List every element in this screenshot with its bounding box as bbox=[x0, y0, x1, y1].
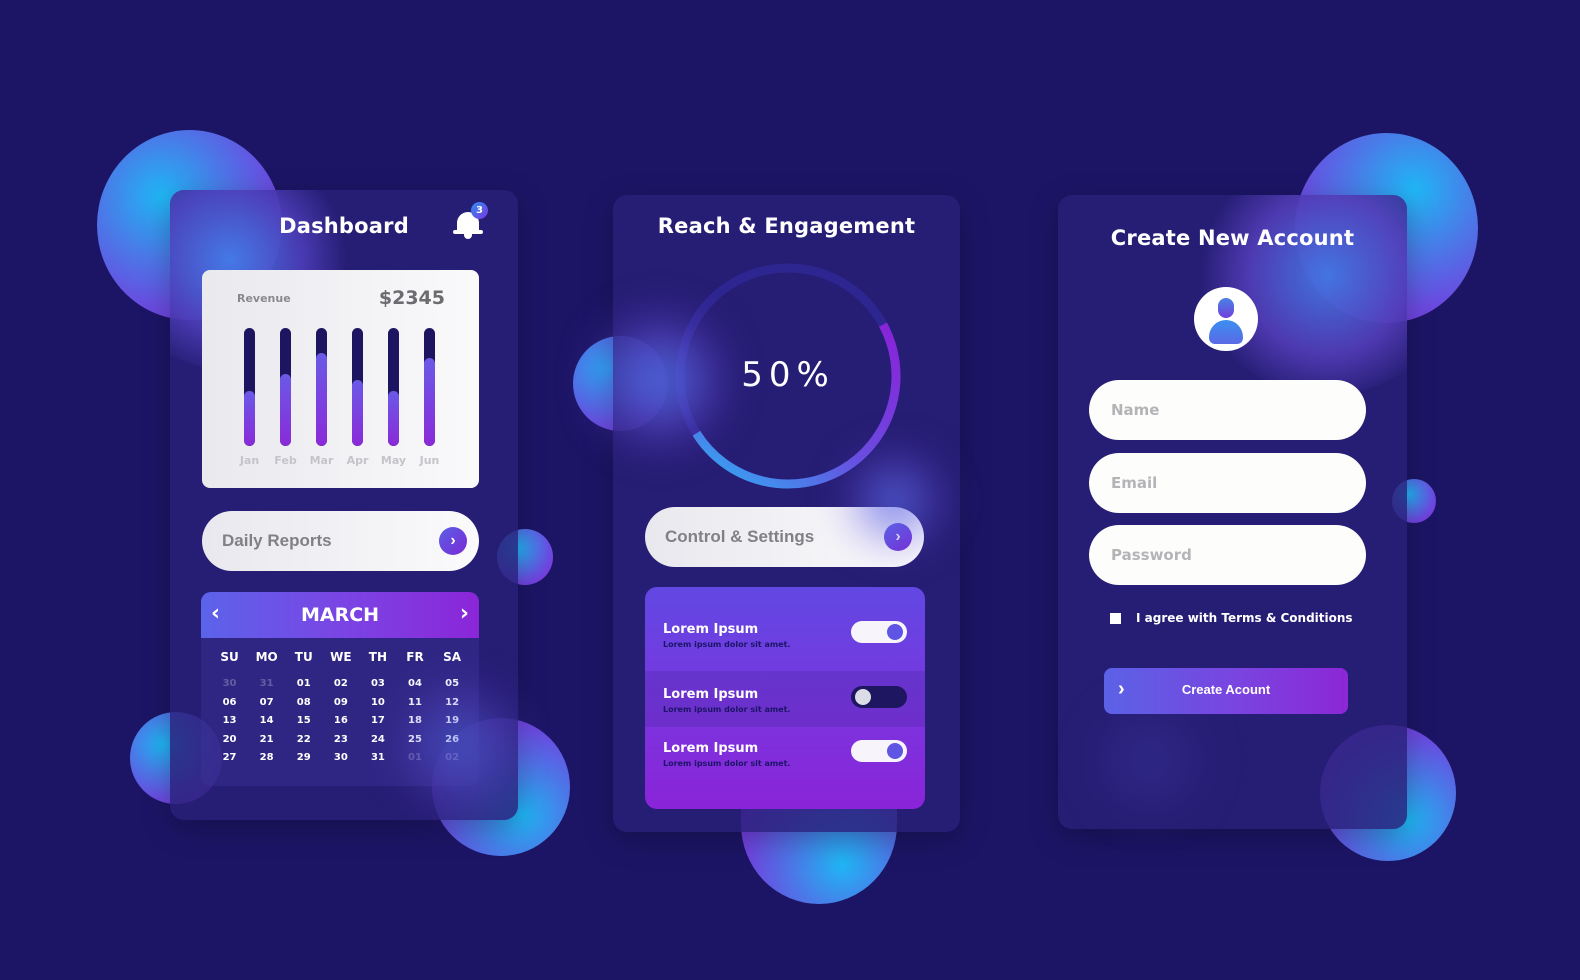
settings-toggle[interactable] bbox=[851, 740, 907, 762]
revenue-value: $2345 bbox=[378, 287, 445, 309]
create-account-panel: Create New Account I agree with Terms & … bbox=[1058, 195, 1407, 829]
calendar-weekday: SU bbox=[220, 650, 239, 664]
revenue-bar-fill bbox=[280, 374, 291, 446]
calendar-weekday: TH bbox=[368, 650, 388, 664]
terms-checkbox[interactable] bbox=[1110, 613, 1121, 624]
revenue-chart-card: Revenue $2345 Jan Feb Mar Apr May Jun bbox=[202, 270, 479, 488]
calendar-day[interactable]: 17 bbox=[359, 715, 396, 734]
avatar[interactable] bbox=[1194, 287, 1258, 351]
revenue-bar-apr bbox=[352, 328, 363, 446]
settings-item-subtitle: Lorem ipsum dolor sit amet. bbox=[663, 759, 791, 768]
daily-reports-button[interactable]: Daily Reports › bbox=[202, 511, 479, 571]
revenue-bar-label: May bbox=[380, 454, 407, 467]
calendar-day[interactable]: 29 bbox=[285, 752, 322, 771]
settings-item: Lorem Ipsum Lorem ipsum dolor sit amet. bbox=[645, 727, 925, 809]
calendar-header: ‹ MARCH › bbox=[201, 592, 479, 638]
terms-label: I agree with Terms & Conditions bbox=[1136, 611, 1353, 625]
calendar-day[interactable]: 08 bbox=[285, 697, 322, 716]
calendar-day[interactable]: 15 bbox=[285, 715, 322, 734]
create-account-title: Create New Account bbox=[1110, 226, 1355, 250]
revenue-bar-jan bbox=[244, 328, 255, 446]
calendar-weekday: FR bbox=[406, 650, 424, 664]
revenue-bar-fill bbox=[352, 379, 363, 446]
settings-list: Lorem Ipsum Lorem ipsum dolor sit amet. … bbox=[645, 587, 925, 809]
calendar-day[interactable]: 27 bbox=[211, 752, 248, 771]
revenue-bar-fill bbox=[316, 352, 327, 446]
settings-item-subtitle: Lorem ipsum dolor sit amet. bbox=[663, 640, 791, 649]
calendar-day[interactable]: 01 bbox=[285, 678, 322, 697]
calendar-day[interactable]: 09 bbox=[322, 697, 359, 716]
calendar-day[interactable]: 07 bbox=[248, 697, 285, 716]
revenue-label: Revenue bbox=[237, 292, 291, 305]
decor-glow bbox=[600, 310, 720, 450]
create-account-label: Create Acount bbox=[1181, 682, 1271, 697]
revenue-bar-may bbox=[388, 328, 399, 446]
toggle-knob bbox=[887, 624, 903, 640]
revenue-bar-fill bbox=[388, 390, 399, 446]
name-field[interactable] bbox=[1089, 380, 1366, 440]
calendar-weekday: WE bbox=[330, 650, 352, 664]
settings-item-subtitle: Lorem ipsum dolor sit amet. bbox=[663, 705, 791, 714]
revenue-bar-label: Apr bbox=[346, 454, 369, 467]
calendar-day[interactable]: 06 bbox=[211, 697, 248, 716]
revenue-bar-label: Jan bbox=[239, 454, 260, 467]
bell-icon-clapper bbox=[464, 234, 472, 239]
progress-ring-arc bbox=[692, 322, 901, 489]
calendar-day[interactable]: 13 bbox=[211, 715, 248, 734]
calendar-month: MARCH bbox=[300, 604, 380, 626]
toggle-knob bbox=[887, 743, 903, 759]
calendar-weekday-row: SU MO TU WE TH FR SA bbox=[211, 650, 471, 678]
calendar-day[interactable]: 30 bbox=[211, 678, 248, 697]
calendar-day[interactable]: 21 bbox=[248, 734, 285, 753]
decor-glow bbox=[400, 680, 520, 810]
toggle-knob bbox=[855, 689, 871, 705]
revenue-bar-jun bbox=[424, 328, 435, 446]
notification-badge: 3 bbox=[471, 202, 488, 219]
calendar-weekday: TU bbox=[294, 650, 313, 664]
revenue-bar-mar bbox=[316, 328, 327, 446]
settings-item: Lorem Ipsum Lorem ipsum dolor sit amet. bbox=[645, 671, 925, 727]
reach-title: Reach & Engagement bbox=[657, 214, 916, 238]
settings-toggle[interactable] bbox=[851, 621, 907, 643]
settings-toggle[interactable] bbox=[851, 686, 907, 708]
settings-item-title: Lorem Ipsum bbox=[663, 687, 759, 702]
calendar-weekday: SA bbox=[443, 650, 462, 664]
revenue-bar-label: Mar bbox=[309, 454, 334, 467]
create-account-button[interactable]: › Create Acount bbox=[1104, 668, 1348, 714]
calendar-day[interactable]: 23 bbox=[322, 734, 359, 753]
calendar-day[interactable]: 03 bbox=[359, 678, 396, 697]
calendar-day[interactable]: 10 bbox=[359, 697, 396, 716]
calendar-day[interactable]: 16 bbox=[322, 715, 359, 734]
revenue-bar-fill bbox=[424, 357, 435, 446]
decor-glow bbox=[850, 455, 940, 545]
user-icon bbox=[1209, 320, 1243, 344]
calendar-day[interactable]: 14 bbox=[248, 715, 285, 734]
settings-item-title: Lorem Ipsum bbox=[663, 622, 759, 637]
email-field[interactable] bbox=[1089, 453, 1366, 513]
calendar-day[interactable]: 22 bbox=[285, 734, 322, 753]
daily-reports-label: Daily Reports bbox=[222, 531, 332, 550]
calendar-weekday: MO bbox=[255, 650, 278, 664]
password-field[interactable] bbox=[1089, 525, 1366, 585]
calendar-day[interactable]: 02 bbox=[322, 678, 359, 697]
revenue-bar-fill bbox=[244, 390, 255, 446]
calendar-day[interactable]: 20 bbox=[211, 734, 248, 753]
settings-item-title: Lorem Ipsum bbox=[663, 741, 759, 756]
notifications-button[interactable]: 3 bbox=[453, 202, 488, 240]
control-settings-label: Control & Settings bbox=[665, 527, 815, 546]
revenue-bar-label: Feb bbox=[274, 454, 297, 467]
calendar-next-button[interactable]: › bbox=[460, 601, 469, 626]
chevron-right-icon: › bbox=[439, 527, 467, 555]
calendar-day[interactable]: 31 bbox=[248, 678, 285, 697]
calendar-day[interactable]: 30 bbox=[322, 752, 359, 771]
revenue-bar-feb bbox=[280, 328, 291, 446]
revenue-bar-label: Jun bbox=[419, 454, 440, 467]
settings-item: Lorem Ipsum Lorem ipsum dolor sit amet. bbox=[645, 587, 925, 671]
user-icon-head bbox=[1218, 298, 1234, 318]
calendar-day[interactable]: 24 bbox=[359, 734, 396, 753]
calendar-day[interactable]: 31 bbox=[359, 752, 396, 771]
calendar-day[interactable]: 28 bbox=[248, 752, 285, 771]
